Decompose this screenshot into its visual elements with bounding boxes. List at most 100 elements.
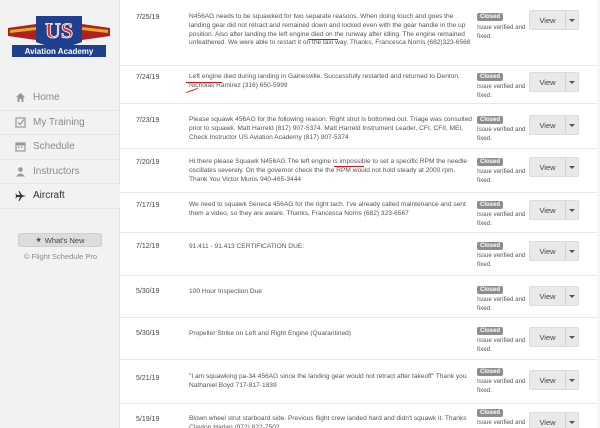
status-badge: Closed — [477, 242, 504, 250]
view-button[interactable]: View — [530, 413, 565, 428]
nav-schedule[interactable]: Schedule — [0, 135, 120, 160]
status-note: Issue verified and fixed. — [477, 24, 526, 40]
whats-new-label: What's New — [44, 235, 85, 245]
status-note: Issue verified and fixed. — [477, 378, 526, 394]
view-button[interactable]: View — [530, 328, 565, 346]
dropdown-toggle[interactable] — [565, 158, 578, 176]
us-aviation-academy-logo[interactable]: US Aviation Academy — [6, 12, 112, 62]
row-date: 7/12/19 — [136, 243, 160, 250]
row-date: 5/30/19 — [136, 288, 160, 295]
chevron-down-icon — [569, 80, 575, 84]
user-icon — [14, 165, 27, 178]
row-date: 7/24/19 — [136, 74, 160, 81]
nav-aircraft[interactable]: Aircraft — [0, 184, 120, 209]
row-date: 7/20/19 — [136, 159, 160, 166]
nav-my-training[interactable]: My Training — [0, 111, 120, 135]
nav-instructors[interactable]: Instructors — [0, 160, 120, 184]
table-row: 7/25/19 N456AG needs to be squawked for … — [120, 0, 600, 66]
view-button-group: View — [529, 115, 579, 135]
table-row: 7/12/19 91.411 - 91.413 CERTIFICATION DU… — [120, 233, 600, 276]
dropdown-toggle[interactable] — [565, 287, 578, 305]
row-date: 7/25/19 — [136, 14, 160, 21]
table-row: 7/20/19 Hi there please Squawk N456AG Th… — [120, 149, 600, 193]
chevron-down-icon — [569, 18, 575, 22]
status-badge: Closed — [477, 158, 504, 166]
calendar-icon — [14, 140, 27, 153]
dropdown-toggle[interactable] — [565, 73, 578, 91]
copyright-text: © Flight Schedule Pro — [24, 252, 98, 261]
view-button-group: View — [529, 10, 579, 30]
nav-my-training-label: My Training — [33, 116, 85, 128]
view-button-group: View — [529, 286, 579, 306]
view-button[interactable]: View — [530, 371, 565, 389]
chevron-down-icon — [569, 420, 575, 424]
airplane-icon — [14, 189, 27, 202]
row-description: N456AG needs to be squawked for two sepa… — [189, 13, 471, 47]
dropdown-toggle[interactable] — [565, 201, 578, 219]
whats-new-button[interactable]: ★ What's New — [18, 233, 102, 247]
view-button-group: View — [529, 200, 579, 220]
annotation-underline — [334, 166, 364, 167]
dropdown-toggle[interactable] — [565, 328, 578, 346]
view-button-group: View — [529, 412, 579, 428]
row-date: 5/30/19 — [136, 330, 160, 337]
star-icon: ★ — [35, 237, 42, 244]
row-date: 5/21/19 — [136, 375, 160, 382]
home-icon — [14, 91, 27, 104]
dropdown-toggle[interactable] — [565, 11, 578, 29]
squawk-list: 7/25/19 N456AG needs to be squawked for … — [120, 0, 600, 428]
status-note: Issue verified and fixed. — [477, 126, 526, 142]
view-button-group: View — [529, 327, 579, 347]
table-row: 5/21/19 "I am squawking pa-34 456AG sinc… — [120, 360, 600, 404]
status-note: Issue verified and fixed. — [477, 83, 526, 99]
row-date: 7/17/19 — [136, 202, 160, 209]
status-badge: Closed — [477, 116, 504, 124]
row-description: 91.411 - 91.413 CERTIFICATION DUE: — [189, 243, 305, 250]
view-button-group: View — [529, 370, 579, 390]
dropdown-toggle[interactable] — [565, 242, 578, 260]
annotation-underline — [308, 39, 338, 40]
table-row: 7/17/19 We need to squawk Seneca 456AG f… — [120, 193, 600, 233]
table-row: 7/23/19 Please squawk 456AG for the foll… — [120, 104, 600, 149]
view-button[interactable]: View — [530, 73, 565, 91]
chevron-down-icon — [569, 123, 575, 127]
row-description: Propeller Strike on Left and Right Engin… — [189, 330, 352, 337]
view-button-group: View — [529, 72, 579, 92]
annotation-underline — [186, 82, 222, 83]
view-button[interactable]: View — [530, 242, 565, 260]
row-date: 5/19/19 — [136, 416, 160, 423]
chevron-down-icon — [569, 208, 575, 212]
row-description: Blown wheel strut starboard side. Previo… — [189, 415, 467, 428]
row-description: "I am squawking pa-34 456AG since the la… — [189, 373, 467, 389]
sidebar: US Aviation Academy Home My Training Sch… — [0, 0, 120, 428]
view-button[interactable]: View — [530, 116, 565, 134]
nav-home[interactable]: Home — [0, 86, 120, 111]
row-description: Hi there please Squawk N456AG The left e… — [189, 158, 468, 183]
row-description: Left engine died during landing in Gaine… — [189, 73, 460, 89]
logo-academy-text: Aviation Academy — [25, 47, 94, 56]
view-button[interactable]: View — [530, 158, 565, 176]
status-note: Issue verified and fixed. — [477, 296, 526, 312]
table-row: 7/24/19 Left engine died during landing … — [120, 66, 600, 104]
view-button[interactable]: View — [530, 11, 565, 29]
nav-home-label: Home — [33, 92, 60, 104]
dropdown-toggle[interactable] — [565, 116, 578, 134]
row-description: Please squawk 456AG for the following re… — [189, 116, 472, 141]
status-badge: Closed — [477, 327, 504, 335]
status-note: Issue verified and fixed. — [477, 168, 526, 184]
view-button[interactable]: View — [530, 287, 565, 305]
chevron-down-icon — [569, 335, 575, 339]
status-note: Issue verified and fixed. — [477, 419, 526, 428]
chevron-down-icon — [569, 378, 575, 382]
main-nav: Home My Training Schedule Instructors Ai… — [0, 86, 120, 209]
view-button[interactable]: View — [530, 201, 565, 219]
row-description: We need to squawk Seneca 456AG for the r… — [189, 201, 466, 217]
dropdown-toggle[interactable] — [565, 371, 578, 389]
view-button-group: View — [529, 157, 579, 177]
chevron-down-icon — [569, 294, 575, 298]
status-badge: Closed — [477, 13, 504, 21]
nav-aircraft-label: Aircraft — [33, 190, 65, 202]
status-badge: Closed — [477, 368, 504, 376]
status-badge: Closed — [477, 409, 504, 417]
dropdown-toggle[interactable] — [565, 413, 578, 428]
